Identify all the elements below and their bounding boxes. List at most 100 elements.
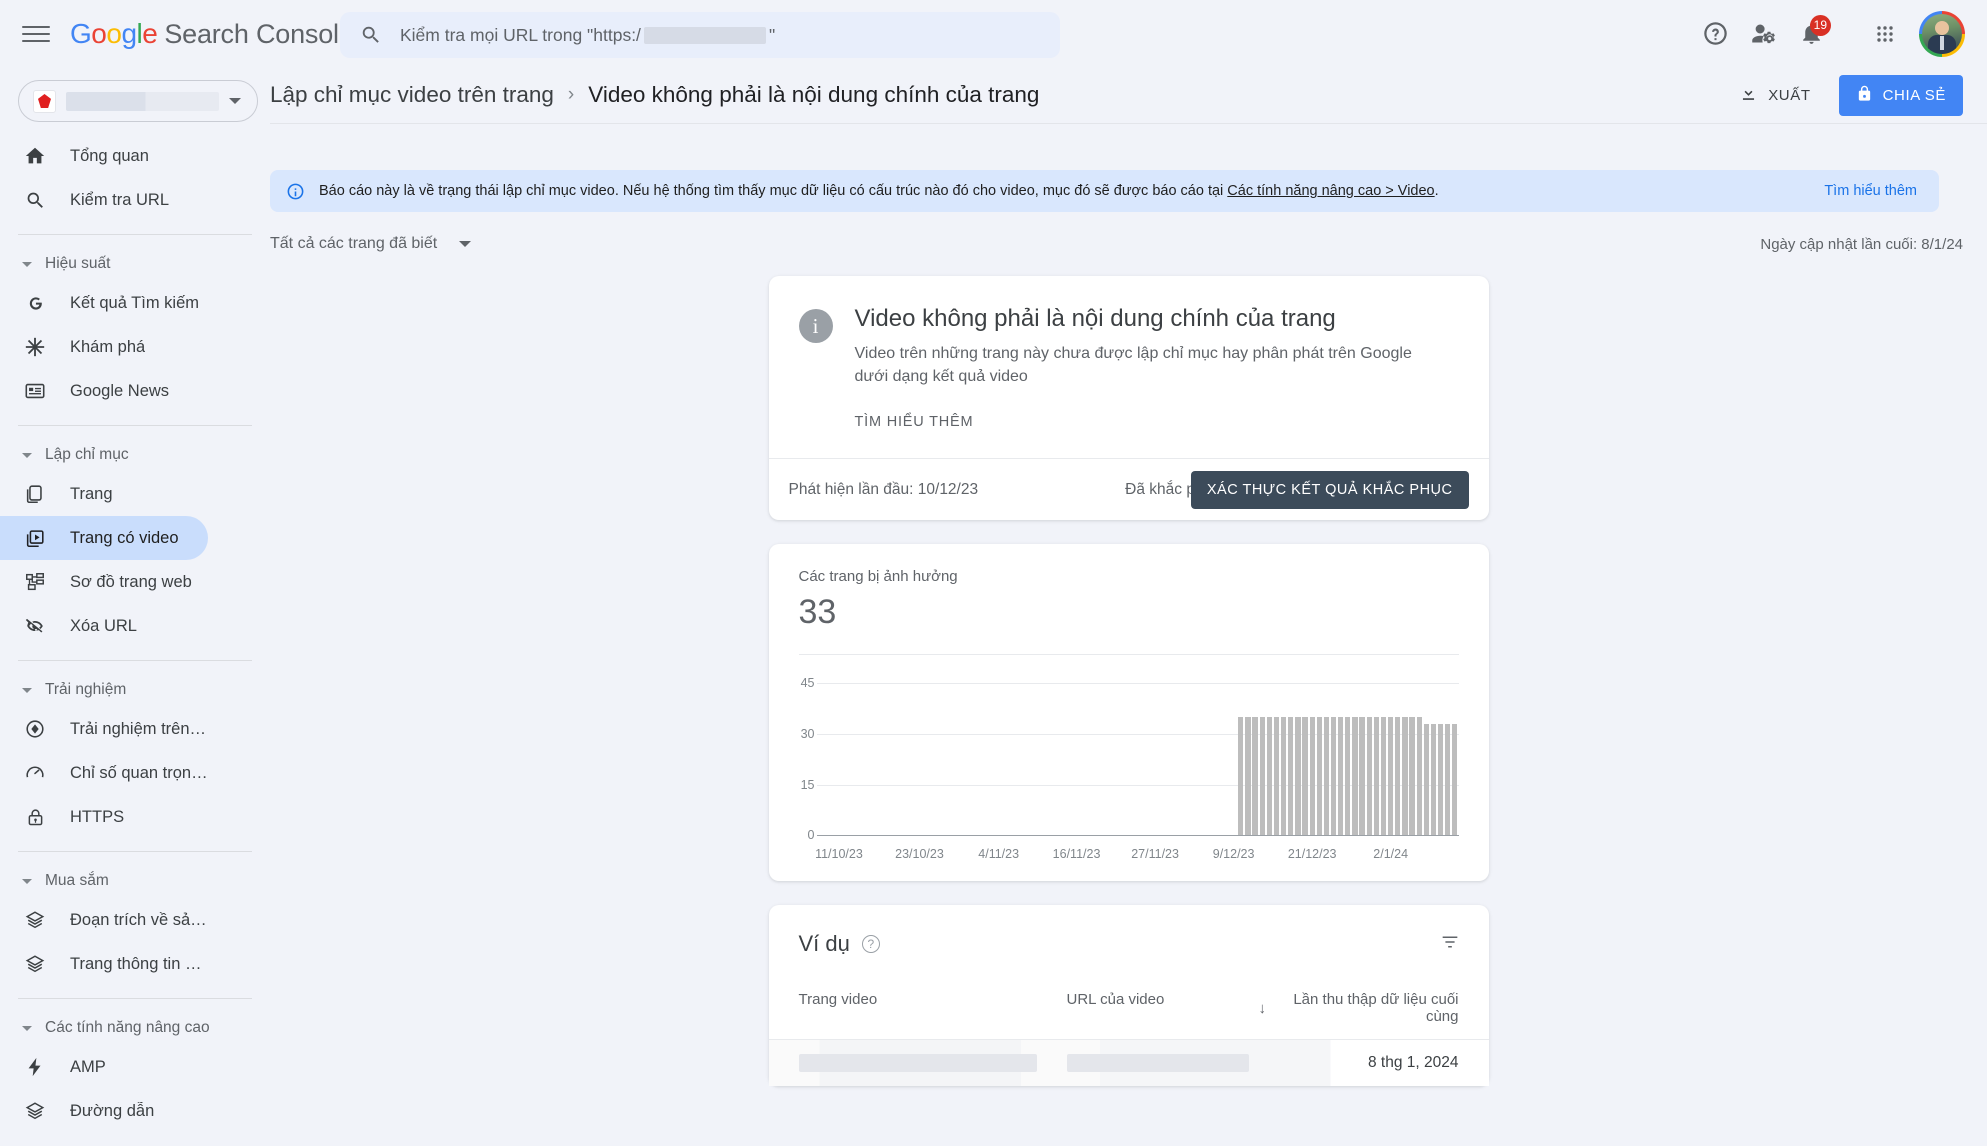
avatar-image — [1922, 13, 1962, 54]
page-filter-dropdown[interactable]: Tất cả các trang đã biết — [270, 235, 472, 253]
sidebar-item-ki-m-tra-url[interactable]: Kiểm tra URL — [0, 178, 208, 222]
sidebar-item-google-news[interactable]: Google News — [0, 369, 208, 413]
sidebar-group-mua-s-m[interactable]: Mua sắm — [0, 864, 270, 898]
sidebar-item-x-a-url[interactable]: Xóa URL — [0, 604, 208, 648]
sidebar-item-t-ng-quan[interactable]: Tổng quan — [0, 134, 208, 178]
chart-bar[interactable] — [1288, 717, 1294, 836]
learn-more-button[interactable]: TÌM HIỂU THÊM — [855, 414, 974, 430]
chevron-down-icon — [22, 261, 32, 267]
table-row[interactable]: 8 thg 1, 2024 — [768, 1040, 1489, 1087]
apps-grid-icon[interactable] — [1861, 10, 1909, 58]
sidebar-item-trang[interactable]: Trang — [0, 472, 208, 516]
sidebar-item-amp[interactable]: AMP — [0, 1045, 208, 1089]
layers-icon — [22, 909, 48, 931]
chart-bar[interactable] — [1323, 717, 1330, 836]
sidebar-item--o-n-tr-ch-v-s-n-ph-m[interactable]: Đoạn trích về sản phẩm — [0, 898, 208, 942]
breadcrumb: Lập chỉ mục video trên trang › Video khô… — [270, 82, 1039, 108]
sidebar-item-k-t-qu-t-m-ki-m[interactable]: Kết quả Tìm kiếm — [0, 281, 208, 325]
chart-bar[interactable] — [1416, 717, 1422, 836]
chart-bar[interactable] — [1316, 717, 1322, 836]
sidebar-item-ch-s-quan-tr-ng-ch-nh[interactable]: Chỉ số quan trọng chính... — [0, 751, 208, 795]
banner-text-before: Báo cáo này là về trạng thái lập chỉ mục… — [319, 183, 1228, 199]
chart-bar[interactable] — [1366, 717, 1372, 836]
sidebar-group-l-p-ch-m-c[interactable]: Lập chỉ mục — [0, 438, 270, 472]
chart-bar[interactable] — [1238, 717, 1244, 836]
lock-icon — [1856, 85, 1873, 106]
chart-bar[interactable] — [1302, 717, 1308, 836]
first-detected-text: Phát hiện lần đầu: 10/12/23 — [788, 480, 979, 498]
breadcrumb-parent[interactable]: Lập chỉ mục video trên trang — [270, 82, 554, 108]
sidebar-group-hi-u-su-t[interactable]: Hiệu suất — [0, 247, 270, 281]
search-input[interactable]: Kiểm tra mọi URL trong "https:/ " — [340, 12, 1060, 58]
sidebar-item-th-ng-tin-kho-h-c[interactable]: Thông tin khoá học — [0, 1133, 208, 1146]
sidebar-item-tr-i-nghi-m-tr-n-trang[interactable]: Trải nghiệm trên trang — [0, 707, 208, 751]
sidebar-item--ng-d-n[interactable]: Đường dẫn — [0, 1089, 208, 1133]
chart-bar[interactable] — [1338, 717, 1344, 836]
chart-x-tick-label: 9/12/23 — [1212, 847, 1255, 862]
last-updated-text: Ngày cập nhật lần cuối: 8/1/24 — [1760, 235, 1963, 253]
sidebar-item-label: Trang thông tin của ngư... — [70, 954, 208, 973]
chart-bar[interactable] — [1273, 717, 1280, 836]
video-pages-icon — [22, 527, 48, 549]
affected-pages-chart[interactable]: 0 15 30 45 — [799, 676, 1459, 842]
chart-bar[interactable] — [1423, 723, 1429, 836]
chart-metric-value: 33 — [798, 593, 837, 632]
account-settings-icon[interactable] — [1739, 10, 1787, 58]
chart-bar[interactable] — [1373, 717, 1380, 836]
sidebar-item-trang-c-video[interactable]: Trang có video — [0, 516, 208, 560]
menu-icon[interactable] — [22, 23, 50, 45]
column-header-last-crawled[interactable]: ↓ Lần thu thập dữ liệu cuối cùng — [1259, 991, 1459, 1025]
chart-card: Các trang bị ảnh hưởng 33 0 15 30 45 11/10/… — [768, 544, 1489, 882]
sidebar-divider — [18, 425, 252, 426]
chart-bar[interactable] — [1259, 717, 1265, 836]
avatar[interactable] — [1919, 10, 1965, 57]
pages-icon — [22, 483, 48, 505]
chart-bar[interactable] — [1395, 717, 1401, 836]
help-circle-icon[interactable]: ? — [861, 935, 880, 954]
sidebar-group-c-c-t-nh-n-ng-n-ng-cao[interactable]: Các tính năng nâng cao — [0, 1011, 270, 1045]
filter-icon[interactable] — [1439, 931, 1461, 958]
app-root: Google Search Console Kiểm tra mọi URL t… — [0, 0, 1987, 1146]
chart-bar[interactable] — [1245, 717, 1251, 836]
export-button[interactable]: XUẤT — [1729, 76, 1820, 115]
banner-learn-more-link[interactable]: Tìm hiểu thêm — [1824, 183, 1917, 199]
chart-bar[interactable] — [1266, 717, 1273, 836]
share-button[interactable]: CHIA SẺ — [1838, 74, 1963, 116]
chart-bar[interactable] — [1281, 717, 1287, 836]
sidebar-item-label: Xóa URL — [70, 616, 137, 635]
chart-bar[interactable] — [1295, 717, 1301, 836]
chart-bar[interactable] — [1252, 717, 1258, 836]
chart-bar[interactable] — [1388, 717, 1394, 836]
sidebar-group-tr-i-nghi-m[interactable]: Trải nghiệm — [0, 673, 270, 707]
property-selector[interactable] — [18, 80, 258, 122]
sidebar-item-label: Trang có video — [70, 528, 179, 547]
chart-bar[interactable] — [1445, 723, 1451, 836]
sidebar-item-s-trang-web[interactable]: Sơ đồ trang web — [0, 560, 208, 604]
sidebar-item-label: Khám phá — [70, 337, 146, 356]
chart-bar[interactable] — [1437, 723, 1444, 836]
banner-inline-link[interactable]: Các tính năng nâng cao > Video — [1227, 183, 1434, 199]
chart-bar[interactable] — [1430, 723, 1437, 836]
chart-y-tick-label: 15 — [800, 777, 815, 792]
chart-bar[interactable] — [1452, 723, 1458, 836]
sidebar-item-trang-th-ng-tin-c-a-ng[interactable]: Trang thông tin của ngư... — [0, 942, 208, 986]
issue-card: i Video không phải là nội dung chính của… — [768, 276, 1489, 521]
chart-bar[interactable] — [1309, 717, 1315, 836]
sidebar-divider — [18, 998, 252, 999]
help-icon[interactable] — [1691, 10, 1739, 58]
chart-bar[interactable] — [1380, 717, 1387, 836]
chart-bar[interactable] — [1345, 717, 1351, 836]
sidebar-group-label: Các tính năng nâng cao — [45, 1019, 210, 1036]
chart-bar[interactable] — [1359, 717, 1365, 836]
chart-bar[interactable] — [1409, 717, 1415, 836]
chart-bar[interactable] — [1330, 717, 1337, 836]
chart-bar[interactable] — [1402, 717, 1408, 836]
column-header-video-url[interactable]: URL của video — [1067, 991, 1259, 1025]
sidebar-item-https[interactable]: HTTPS — [0, 795, 208, 839]
validate-fix-button[interactable]: XÁC THỰC KẾT QUẢ KHẮC PHỤC — [1190, 470, 1469, 509]
chart-bar[interactable] — [1352, 717, 1358, 836]
sidebar-item-kh-m-ph[interactable]: Khám phá — [0, 325, 208, 369]
column-header-page[interactable]: Trang video — [799, 991, 1067, 1025]
notifications-bell-icon[interactable]: 19 — [1787, 10, 1835, 58]
cell-last-crawled: 8 thg 1, 2024 — [1368, 1054, 1459, 1072]
